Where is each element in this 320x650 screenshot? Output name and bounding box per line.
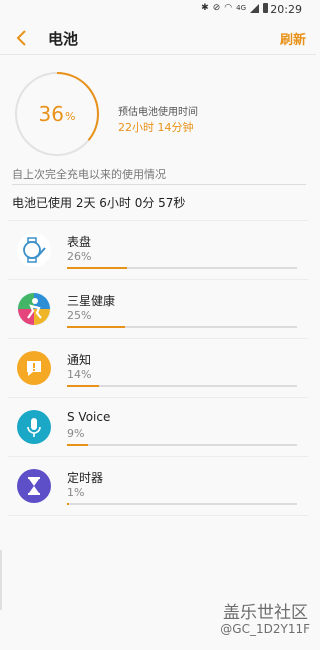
app-name: 通知 <box>67 353 92 367</box>
app-name: 表盘 <box>67 235 92 249</box>
app-name: 定时器 <box>67 471 104 485</box>
app-percent: 26% <box>67 250 92 263</box>
app-percent: 1% <box>67 486 85 499</box>
section-divider <box>12 184 306 185</box>
watermark-user: @GC_1D2Y11F <box>220 622 310 636</box>
usage-bar <box>67 503 297 505</box>
back-button[interactable] <box>14 28 30 48</box>
status-bar: ✱ ⊘ ◠ 4G 20:29 <box>0 0 316 18</box>
usage-bar <box>67 326 297 328</box>
hourglass-icon <box>17 469 51 503</box>
app-percent: 9% <box>67 427 85 440</box>
header-divider <box>0 54 316 55</box>
usage-bar <box>67 385 297 387</box>
usage-bar-fill <box>67 503 70 505</box>
app-name: 三星健康 <box>67 294 116 308</box>
usage-bar-fill <box>67 267 127 269</box>
usage-section-title: 自上次完全充电以来的使用情况 <box>12 168 166 181</box>
usage-bar <box>67 444 297 446</box>
bluetooth-icon: ✱ <box>201 3 209 13</box>
samsung-health-icon <box>17 292 51 326</box>
watermark-brand: 盖乐世社区 <box>223 603 308 623</box>
wifi-icon: ◠ <box>224 3 233 13</box>
app-name: S Voice <box>67 410 111 424</box>
status-time: 20:29 <box>270 3 302 16</box>
microphone-icon <box>17 410 51 444</box>
list-item[interactable]: 通知 14% <box>8 338 308 397</box>
network-type-label: 4G <box>236 4 246 12</box>
estimate-value: 22小时 14分钟 <box>118 121 194 134</box>
battery-percent-number: 36 <box>38 102 64 126</box>
notification-icon <box>17 351 51 385</box>
estimate-label: 预估电池使用时间 <box>118 107 198 118</box>
battery-status-icon <box>263 3 268 13</box>
app-percent: 14% <box>67 368 92 381</box>
usage-bar <box>67 267 297 269</box>
list-item[interactable]: 三星健康 25% <box>8 279 308 338</box>
list-item[interactable]: 表盘 26% <box>8 220 308 279</box>
app-percent: 25% <box>67 309 92 322</box>
watch-face-icon <box>17 233 51 267</box>
chevron-left-icon <box>16 30 26 46</box>
battery-percent: 36 % <box>13 70 101 158</box>
usage-bar-fill <box>67 326 125 328</box>
page-title: 电池 <box>48 30 79 48</box>
status-icons: ✱ ⊘ ◠ 4G <box>201 3 268 13</box>
app-header: 电池 刷新 <box>0 22 316 54</box>
usage-total: 电池已使用 2天 6小时 0分 57秒 <box>12 196 186 210</box>
app-usage-list: 表盘 26% 三星健康 25% 通知 14% S Voice 9% 定时器 1% <box>8 220 308 516</box>
signal-icon <box>250 3 259 13</box>
usage-bar-fill <box>67 444 88 446</box>
list-item[interactable]: S Voice 9% <box>8 397 308 456</box>
refresh-button[interactable]: 刷新 <box>280 29 306 48</box>
mute-icon: ⊘ <box>212 3 221 13</box>
edge-panel-handle[interactable] <box>0 550 2 610</box>
usage-bar-fill <box>67 385 100 387</box>
list-item[interactable]: 定时器 1% <box>8 456 308 516</box>
battery-percent-symbol: % <box>65 110 76 123</box>
